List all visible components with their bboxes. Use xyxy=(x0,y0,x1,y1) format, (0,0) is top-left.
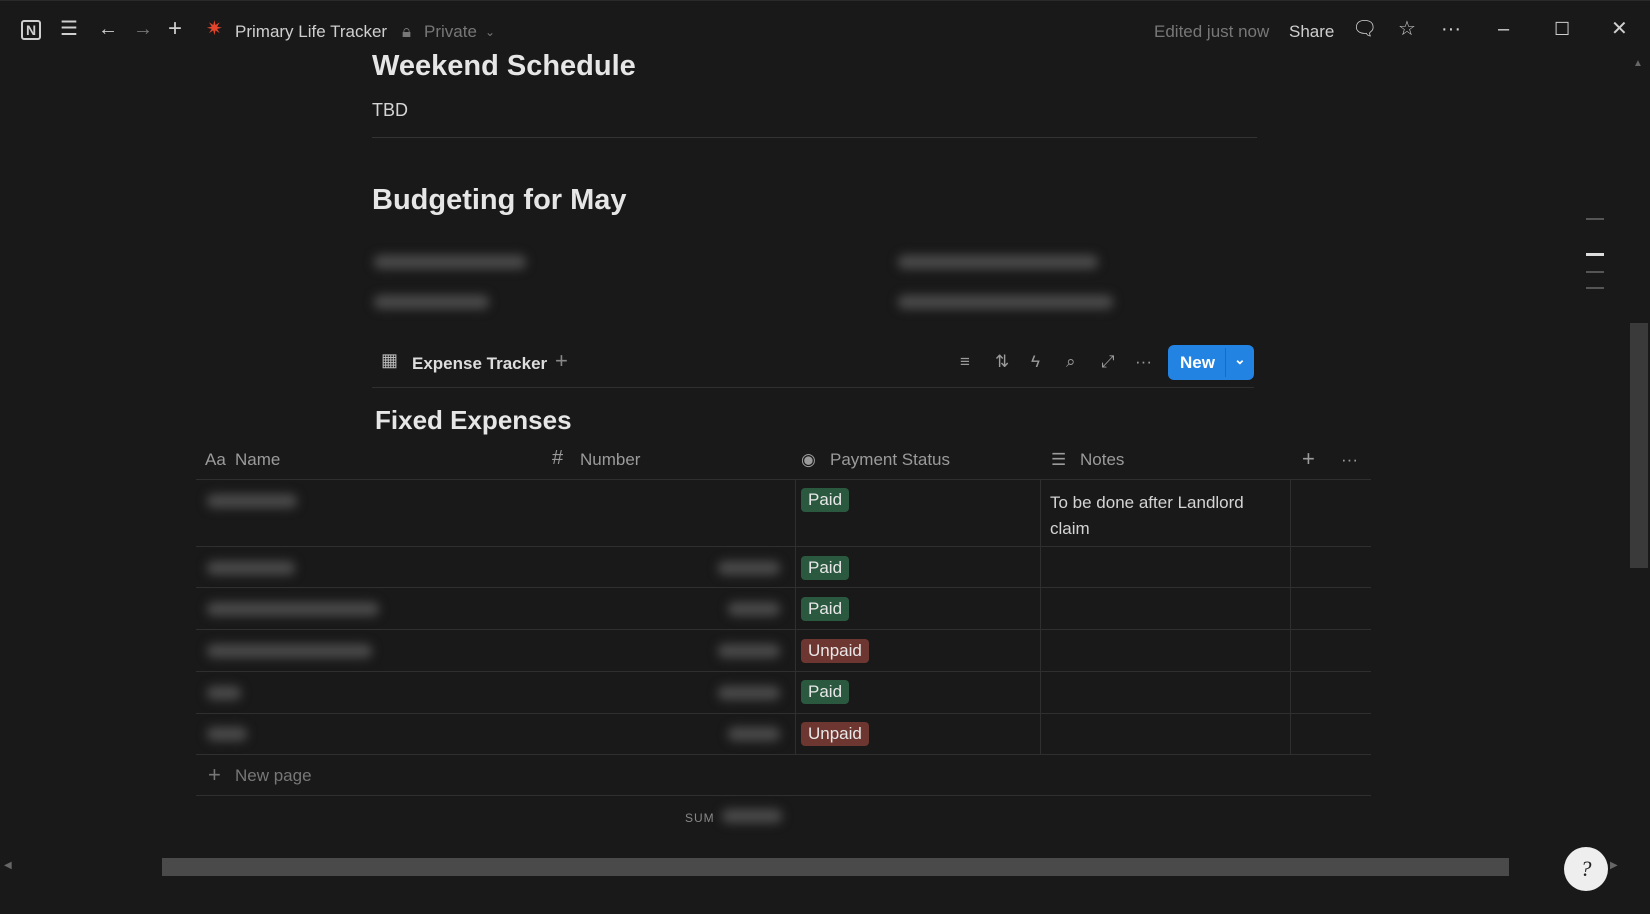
toc-line[interactable] xyxy=(1586,271,1604,273)
new-tab-plus-icon[interactable]: + xyxy=(168,17,182,41)
status-badge[interactable]: Unpaid xyxy=(801,722,869,746)
column-header-number[interactable]: Number xyxy=(580,450,640,470)
blurred-name xyxy=(207,644,372,658)
toc-line[interactable] xyxy=(1586,287,1604,289)
automation-lightning-icon[interactable]: ϟ xyxy=(1031,352,1040,372)
new-button-label[interactable]: New xyxy=(1180,353,1215,373)
row-divider xyxy=(196,713,1371,714)
text-property-icon: Aa xyxy=(205,450,226,470)
comments-icon[interactable]: 🗨︎ xyxy=(1352,17,1377,41)
status-badge[interactable]: Unpaid xyxy=(801,639,869,663)
sum-label[interactable]: SUM xyxy=(685,811,715,825)
close-icon[interactable]: ✕ xyxy=(1611,17,1628,41)
row-divider xyxy=(196,546,1371,547)
add-view-plus-icon[interactable]: + xyxy=(555,348,568,374)
help-button-icon[interactable]: ? xyxy=(1564,847,1608,891)
notes-cell[interactable]: To be done after Landlord claim xyxy=(1050,490,1280,542)
column-divider xyxy=(795,479,796,754)
divider xyxy=(372,137,1257,138)
status-icon: ◉ xyxy=(801,450,816,470)
row-divider xyxy=(196,479,1371,480)
column-header-notes[interactable]: Notes xyxy=(1080,450,1124,470)
blurred-sum xyxy=(722,809,782,823)
budget-heading: Budgeting for May xyxy=(372,184,627,217)
blurred-text xyxy=(374,295,489,309)
menu-icon[interactable]: ☰ xyxy=(60,17,78,41)
status-badge[interactable]: Paid xyxy=(801,597,849,621)
row-divider xyxy=(196,587,1371,588)
minimize-icon[interactable]: – xyxy=(1498,17,1509,41)
divider xyxy=(372,387,1254,388)
status-badge[interactable]: Paid xyxy=(801,488,849,512)
column-divider xyxy=(1290,479,1291,754)
search-icon[interactable]: ⌕ xyxy=(1066,352,1076,372)
status-badge[interactable]: Paid xyxy=(801,556,849,580)
blurred-number xyxy=(728,602,780,616)
notion-logo-icon[interactable]: N xyxy=(21,20,41,40)
more-options-icon[interactable]: ··· xyxy=(1441,17,1461,41)
blurred-name xyxy=(207,561,295,575)
blurred-number xyxy=(718,644,780,658)
chevron-down-icon[interactable]: ⌄ xyxy=(1234,351,1246,368)
lock-icon: 🔒︎ xyxy=(402,20,411,44)
view-tab-expense-tracker[interactable]: Expense Tracker xyxy=(412,354,547,374)
chevron-down-icon: ⌄ xyxy=(485,20,495,44)
plus-icon[interactable]: + xyxy=(208,762,221,788)
title-bar: N ☰ ← → + ✷ Primary Life Tracker 🔒︎ Priv… xyxy=(0,0,1650,57)
scroll-left-arrow-icon[interactable]: ◀ xyxy=(4,860,12,871)
edited-status: Edited just now xyxy=(1154,20,1269,44)
new-button[interactable]: New ⌄ xyxy=(1168,345,1254,380)
blurred-text xyxy=(898,295,1113,309)
scroll-up-arrow-icon[interactable]: ▲ xyxy=(1633,58,1643,69)
sort-icon[interactable]: ⇅ xyxy=(995,352,1009,372)
more-options-icon[interactable]: ··· xyxy=(1341,450,1358,470)
forward-arrow-icon[interactable]: → xyxy=(133,17,153,41)
blurred-text xyxy=(374,255,526,269)
divider xyxy=(1225,348,1226,377)
maximize-icon[interactable]: ☐ xyxy=(1554,17,1570,41)
table-view-icon: ▦ xyxy=(381,350,398,371)
status-badge[interactable]: Paid xyxy=(801,680,849,704)
filter-icon[interactable]: ≡ xyxy=(960,352,970,372)
vertical-scrollbar[interactable] xyxy=(1630,323,1648,568)
back-arrow-icon[interactable]: ← xyxy=(98,17,118,41)
blurred-number xyxy=(718,561,780,575)
more-options-icon[interactable]: ··· xyxy=(1135,352,1152,372)
column-divider xyxy=(1040,479,1041,754)
number-property-icon: # xyxy=(552,447,563,470)
page-title-breadcrumb[interactable]: Primary Life Tracker xyxy=(235,20,387,44)
weekend-text: TBD xyxy=(372,100,408,121)
toc-line[interactable] xyxy=(1586,218,1604,220)
scroll-right-arrow-icon[interactable]: ▶ xyxy=(1610,860,1618,871)
blurred-name xyxy=(207,602,379,616)
add-property-plus-icon[interactable]: + xyxy=(1302,446,1315,472)
expand-icon[interactable]: ⤢ xyxy=(1101,352,1115,372)
page-emoji-icon: ✷ xyxy=(206,17,223,41)
toc-line-active[interactable] xyxy=(1586,253,1604,256)
horizontal-scrollbar[interactable] xyxy=(162,858,1509,876)
row-divider xyxy=(196,754,1371,755)
weekend-heading: Weekend Schedule xyxy=(372,50,636,83)
row-divider xyxy=(196,795,1371,796)
blurred-name xyxy=(207,686,241,700)
blurred-name xyxy=(207,494,297,508)
share-button[interactable]: Share xyxy=(1289,20,1334,44)
row-divider xyxy=(196,629,1371,630)
blurred-text xyxy=(898,255,1098,269)
row-divider xyxy=(196,671,1371,672)
column-header-payment-status[interactable]: Payment Status xyxy=(830,450,950,470)
blurred-name xyxy=(207,727,247,741)
privacy-dropdown[interactable]: Private xyxy=(424,20,477,44)
blurred-number xyxy=(728,727,780,741)
blurred-number xyxy=(718,686,780,700)
column-header-name[interactable]: Name xyxy=(235,450,280,470)
table-title: Fixed Expenses xyxy=(375,405,572,436)
new-page-button[interactable]: New page xyxy=(235,766,312,786)
text-lines-icon: ☰ xyxy=(1051,450,1066,470)
favorite-star-icon[interactable]: ☆ xyxy=(1398,17,1416,41)
